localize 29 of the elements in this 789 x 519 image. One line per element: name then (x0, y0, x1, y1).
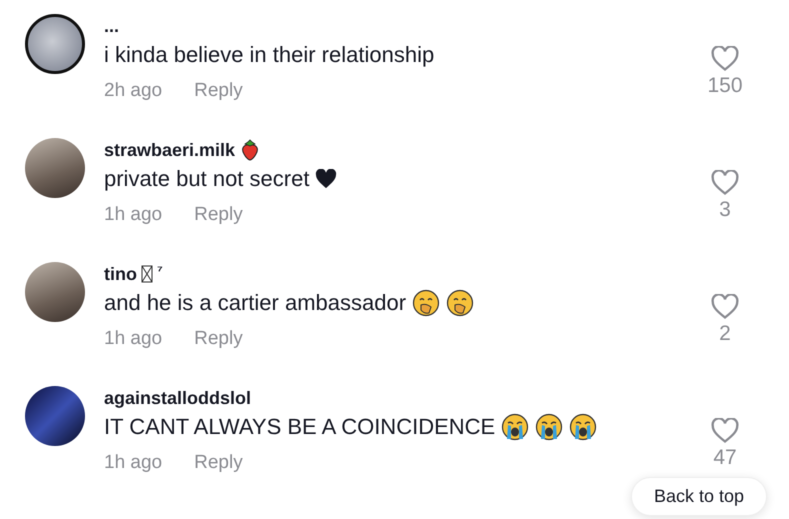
like-count: 3 (719, 198, 731, 222)
comment-text: IT CANT ALWAYS BE A COINCIDENCE (104, 414, 496, 440)
username[interactable]: tino (104, 264, 137, 284)
like-button[interactable] (711, 294, 739, 320)
like-count: 2 (719, 322, 731, 346)
like-button[interactable] (711, 46, 739, 72)
comment-text: i kinda believe in their relationship (104, 42, 434, 68)
like-button[interactable] (711, 418, 739, 444)
like-count: 150 (707, 74, 743, 98)
smiley-hand-over-mouth-icon (446, 289, 474, 317)
comment-time: 1h ago (104, 204, 162, 226)
like-count: 47 (713, 446, 737, 470)
heart-icon (315, 169, 338, 189)
crying-face-icon (501, 413, 530, 441)
back-to-top-button[interactable]: Back to top (630, 477, 767, 516)
comment-time: 1h ago (104, 452, 162, 474)
missing-glyph-icon (141, 265, 153, 283)
like-button[interactable] (711, 170, 739, 196)
username[interactable]: againstalloddslol (104, 388, 252, 408)
comment-text: and he is a cartier ambassador (104, 290, 406, 316)
comment-time: 1h ago (104, 328, 162, 350)
smiley-hand-over-mouth-icon (412, 289, 440, 317)
username[interactable]: ... (104, 16, 120, 36)
username-suffix: ⁷ (157, 262, 163, 278)
crying-face-icon (569, 413, 598, 441)
crying-face-icon (535, 413, 564, 441)
username[interactable]: strawbaeri.milk (104, 140, 236, 160)
comment-time: 2h ago (104, 80, 162, 102)
comment-text: private but not secret (104, 166, 310, 192)
